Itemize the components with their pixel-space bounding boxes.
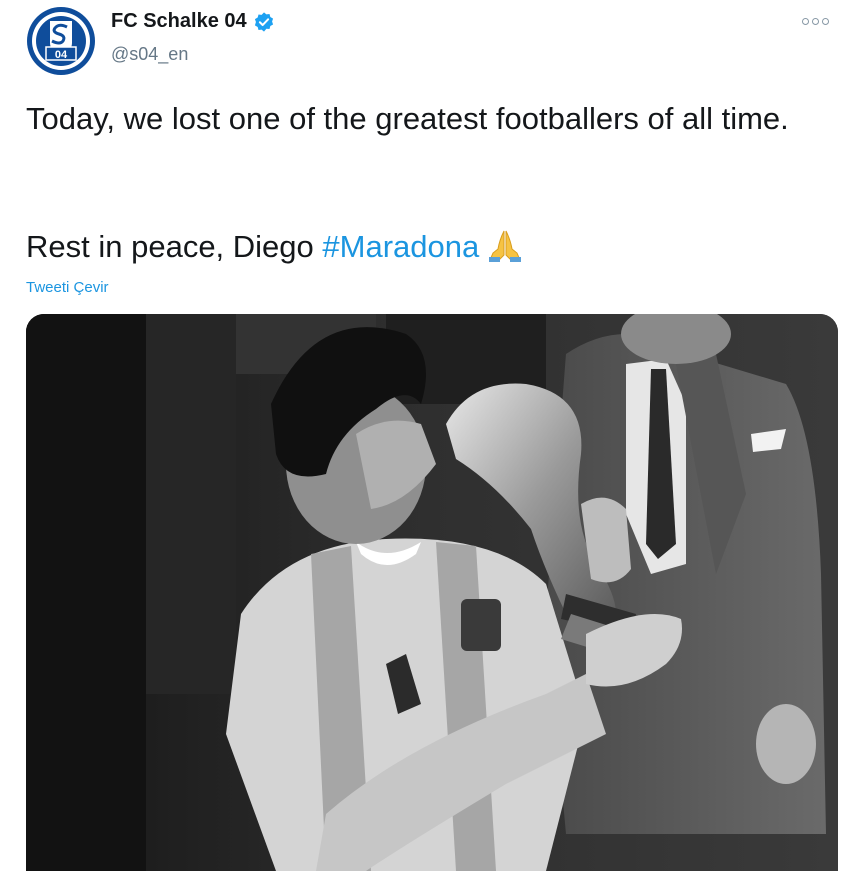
tweet-photo[interactable] bbox=[26, 314, 838, 871]
tweet-text-line1: Today, we lost one of the greatest footb… bbox=[26, 101, 789, 136]
translate-tweet-link[interactable]: Tweeti Çevir bbox=[26, 279, 109, 296]
account-name-row: FC Schalke 04 bbox=[111, 10, 275, 33]
tweet-text-prefix: Rest in peace, Diego bbox=[26, 229, 323, 264]
folded-hands-emoji-icon bbox=[489, 230, 522, 262]
tweet-card: 04 FC Schalke 04 @s04_en Today, we lost … bbox=[0, 0, 850, 871]
schalke-04-logo-icon[interactable]: 04 bbox=[26, 6, 96, 76]
account-handle[interactable]: @s04_en bbox=[111, 44, 188, 65]
tweet-text-line2: Rest in peace, Diego #Maradona bbox=[26, 226, 525, 268]
svg-text:04: 04 bbox=[55, 49, 68, 61]
display-name[interactable]: FC Schalke 04 bbox=[111, 10, 247, 33]
more-options-icon[interactable] bbox=[800, 12, 830, 30]
hashtag-link[interactable]: #Maradona bbox=[322, 229, 479, 264]
verified-badge-icon bbox=[254, 11, 273, 32]
photo-image bbox=[26, 314, 838, 871]
